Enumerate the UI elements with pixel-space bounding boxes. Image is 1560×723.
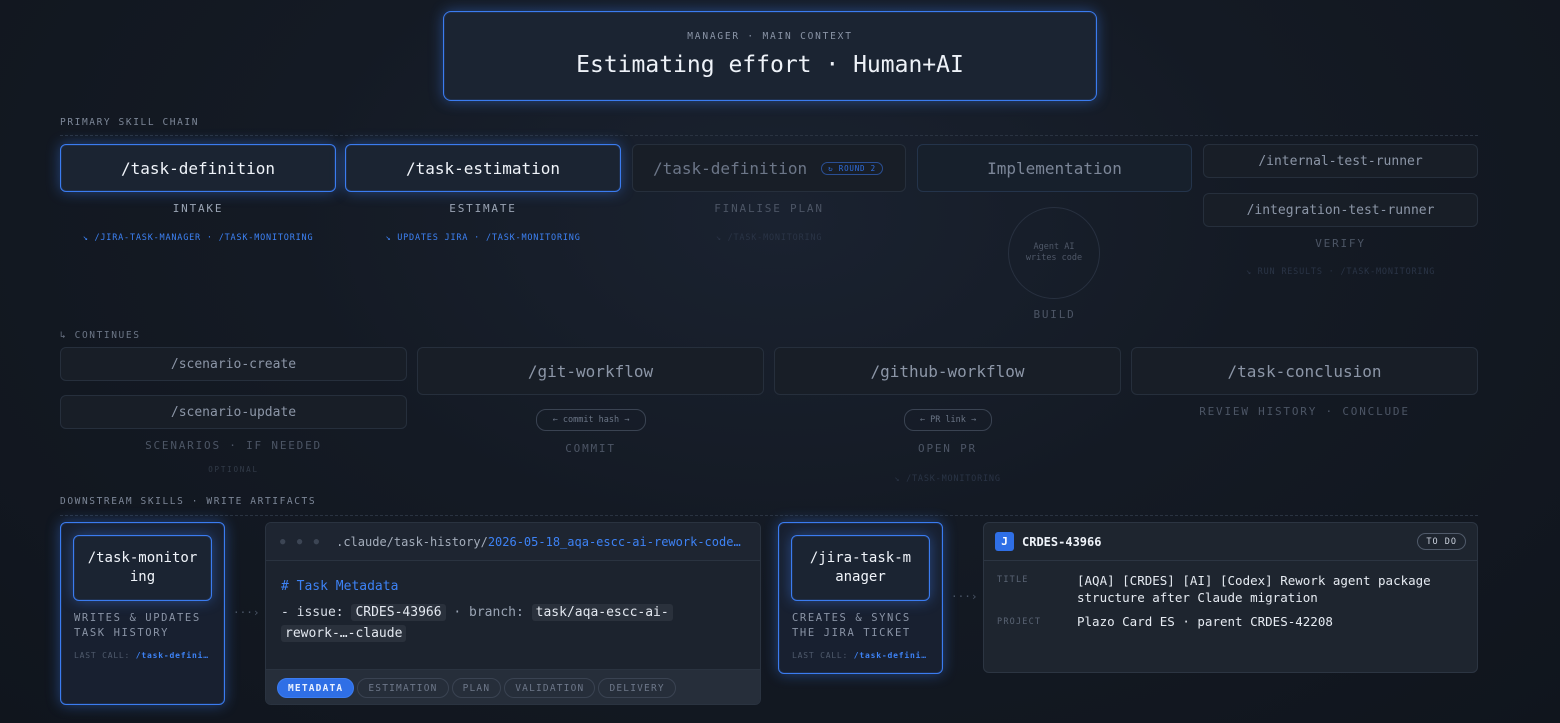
file-path-prefix: .claude/task-history/: [336, 534, 488, 549]
file-heading: # Task Metadata: [281, 579, 399, 594]
file-metadata-line: - issue: CRDES-43966 · branch: task/aqa-…: [281, 602, 751, 644]
stage-estimate: ESTIMATE: [449, 202, 517, 215]
file-titlebar: ● ● ● .claude/task-history/2026-05-18_aq…: [266, 523, 760, 561]
task-history-file-panel: ● ● ● .claude/task-history/2026-05-18_aq…: [265, 522, 761, 705]
skill-label: /scenario-create: [170, 356, 297, 372]
jira-task-manager-panel: /jira-task-manager CREATES & SYNCS THE J…: [778, 522, 943, 674]
arrow-monitoring-to-file: ···›: [233, 606, 260, 619]
file-tab-bar: METADATA ESTIMATION PLAN VALIDATION DELI…: [266, 669, 760, 704]
last-call-prefix: LAST CALL:: [74, 651, 131, 660]
tab-validation[interactable]: VALIDATION: [504, 678, 596, 698]
status-badge: TO DO: [1417, 533, 1466, 550]
skill-task-definition-card[interactable]: /task-definition: [60, 144, 336, 192]
implementation-card[interactable]: Implementation: [917, 144, 1192, 192]
skill-label: /task-monitoring: [87, 550, 198, 585]
round-badge: ↻ ROUND 2: [821, 161, 883, 175]
downstream-divider: [60, 515, 1478, 516]
ticket-project: Plazo Card ES · parent CRDES-42208: [1077, 614, 1333, 629]
skill-label: Implementation: [987, 158, 1122, 178]
skill-label: /github-workflow: [870, 361, 1025, 381]
branch-value-a: task/aqa-escc-ai-: [531, 604, 673, 621]
skill-task-definition-round2-card[interactable]: /task-definition ↻ ROUND 2: [632, 144, 906, 192]
ticket-key[interactable]: CRDES-43966: [1022, 535, 1101, 549]
jira-last-call: LAST CALL: /task-defini…: [792, 651, 927, 660]
stage-conclude: REVIEW HISTORY · CONCLUDE: [1199, 405, 1410, 418]
github-links: ↘ /TASK-MONITORING: [894, 474, 1001, 484]
skill-label: /git-workflow: [527, 361, 654, 381]
skill-git-workflow-card[interactable]: /git-workflow: [417, 347, 764, 395]
skill-label: /jira-task-manager: [809, 550, 912, 585]
skill-label: /task-estimation: [405, 158, 561, 178]
last-call-prefix: LAST CALL:: [792, 651, 849, 660]
skill-task-conclusion-card[interactable]: /task-conclusion: [1131, 347, 1478, 395]
task-monitoring-panel: /task-monitoring WRITES & UPDATES TASK H…: [60, 522, 225, 705]
skill-scenario-update-card[interactable]: /scenario-update: [60, 395, 407, 429]
finalise-links: ↘ /TASK-MONITORING: [715, 233, 823, 243]
ticket-title: [AQA] [CRDES] [AI] [Codex] Rework agent …: [1077, 573, 1431, 605]
verify-links: ↘ RUN RESULTS · /TASK-MONITORING: [1245, 267, 1436, 277]
downstream-section-label: DOWNSTREAM SKILLS · WRITE ARTIFACTS: [60, 496, 317, 507]
stage-build: BUILD: [1033, 308, 1076, 321]
stage-commit: COMMIT: [565, 442, 616, 455]
monitoring-desc: WRITES & UPDATES TASK HISTORY: [74, 612, 201, 639]
issue-label: - issue:: [281, 605, 344, 620]
jira-ticket-panel: J CRDES-43966 TO DO TITLE [AQA] [CRDES] …: [983, 522, 1478, 673]
intake-links: ↘ /JIRA-TASK-MANAGER · /TASK-MONITORING: [82, 233, 314, 243]
skill-label: /scenario-update: [170, 404, 297, 420]
last-call-value[interactable]: /task-defini…: [136, 651, 209, 660]
primary-section-label: PRIMARY SKILL CHAIN: [60, 117, 200, 128]
branch-value-b: rework-…-claude: [281, 625, 407, 642]
stage-finalise-plan: FINALISE PLAN: [714, 202, 824, 215]
branch-label: · branch:: [453, 605, 524, 620]
last-call-value[interactable]: /task-defini…: [854, 651, 927, 660]
pr-link-pill: ← PR link →: [904, 409, 992, 431]
stage-intake: INTAKE: [172, 202, 224, 215]
tab-delivery[interactable]: DELIVERY: [598, 678, 676, 698]
arrow-jira-to-ticket: ···›: [951, 590, 978, 603]
skill-internal-test-runner-card[interactable]: /internal-test-runner: [1203, 144, 1478, 178]
continues-section-label: ↳ CONTINUES: [60, 330, 141, 341]
ticket-project-label: PROJECT: [997, 617, 1042, 627]
commit-hash-pill: ← commit hash →: [536, 409, 646, 431]
window-dots: ● ● ●: [280, 536, 323, 547]
skill-jira-task-manager-card[interactable]: /jira-task-manager: [791, 535, 930, 601]
tab-metadata[interactable]: METADATA: [277, 678, 355, 698]
stage-scenarios: SCENARIOS · IF NEEDED: [145, 439, 322, 452]
skill-task-monitoring-card[interactable]: /task-monitoring: [73, 535, 212, 601]
primary-divider: [60, 135, 1478, 136]
skill-integration-test-runner-card[interactable]: /integration-test-runner: [1203, 193, 1478, 227]
skill-scenario-create-card[interactable]: /scenario-create: [60, 347, 407, 381]
tab-plan[interactable]: PLAN: [451, 678, 502, 698]
header-eyebrow: MANAGER · MAIN CONTEXT: [687, 31, 853, 42]
ticket-title-label: TITLE: [997, 575, 1029, 585]
estimate-links: ↘ UPDATES JIRA · /TASK-MONITORING: [385, 233, 581, 243]
tab-estimation[interactable]: ESTIMATION: [357, 678, 449, 698]
skill-label: /integration-test-runner: [1246, 202, 1435, 218]
stage-verify: VERIFY: [1315, 237, 1366, 250]
skill-label: /internal-test-runner: [1258, 153, 1423, 169]
skill-label: /task-definition: [120, 158, 276, 178]
agent-circle: Agent AI writes code: [1008, 207, 1100, 299]
manager-header-card: MANAGER · MAIN CONTEXT Estimating effort…: [443, 11, 1097, 101]
file-path-name[interactable]: 2026-05-18_aqa-escc-ai-rework-code…: [488, 535, 741, 549]
jira-desc: CREATES & SYNCS THE JIRA TICKET: [792, 612, 911, 639]
optional-note: OPTIONAL: [208, 465, 259, 474]
skill-label: /task-definition: [653, 158, 808, 178]
ticket-header: J CRDES-43966 TO DO: [984, 523, 1477, 561]
skill-task-estimation-card[interactable]: /task-estimation: [345, 144, 621, 192]
monitoring-last-call: LAST CALL: /task-defini…: [74, 651, 209, 660]
jira-icon: J: [995, 532, 1014, 551]
page-title: Estimating effort · Human+AI: [576, 52, 964, 78]
skill-label: /task-conclusion: [1227, 361, 1382, 381]
agent-circle-text: Agent AI writes code: [1025, 242, 1083, 263]
issue-value: CRDES-43966: [351, 604, 446, 621]
stage-open-pr: OPEN PR: [918, 442, 977, 455]
skill-github-workflow-card[interactable]: /github-workflow: [774, 347, 1121, 395]
